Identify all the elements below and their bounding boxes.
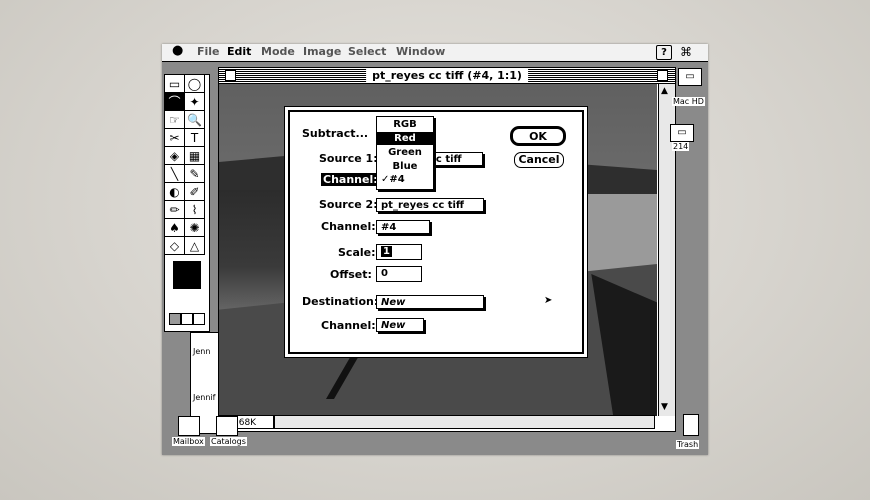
menu-bar: ● File Edit Mode Image Select Window ? ⌘ <box>162 44 708 62</box>
scale-input[interactable]: 1 <box>376 244 422 260</box>
horizontal-scrollbar[interactable] <box>274 415 655 429</box>
popup-item-rgb[interactable]: RGB <box>377 118 433 131</box>
destination-popup[interactable]: New <box>376 295 484 309</box>
pencil-tool-icon[interactable]: ✐ <box>185 183 205 201</box>
trash-label: Trash <box>676 440 700 449</box>
offset-label: Offset: <box>330 268 372 281</box>
blur-tool-icon[interactable]: ◇ <box>165 237 185 255</box>
marquee-tool-icon[interactable]: ▭ <box>165 75 185 93</box>
ok-button[interactable]: OK <box>510 126 566 146</box>
menu-file[interactable]: File <box>197 45 220 58</box>
menu-image[interactable]: Image <box>303 45 341 58</box>
app-switcher-icon[interactable]: ⌘ <box>680 45 692 59</box>
mailbox-label: Mailbox <box>172 437 205 446</box>
source1-label: Source 1: <box>319 152 378 165</box>
scroll-down-icon[interactable]: ▼ <box>661 402 668 412</box>
source2-label: Source 2: <box>319 198 378 211</box>
popup-item-green[interactable]: Green <box>377 146 433 159</box>
file-label-jennif: Jennif <box>193 393 216 402</box>
crop-tool-icon[interactable]: ✂ <box>165 129 185 147</box>
sharpen-tool-icon[interactable]: △ <box>185 237 205 255</box>
magic-wand-icon[interactable]: ✦ <box>185 93 205 111</box>
cancel-button[interactable]: Cancel <box>514 152 564 168</box>
mac-hd-label: Mac HD <box>672 97 705 106</box>
sea-area <box>579 194 657 274</box>
gradient-tool-icon[interactable]: ▦ <box>185 147 205 165</box>
line-tool-icon[interactable]: ╲ <box>165 165 185 183</box>
full-screen-icon[interactable] <box>193 313 205 325</box>
toolbox-palette: ▭ ◯ ⌒ ✦ ☞ 🔍 ✂ T ◈ ▦ ╲ ✎ ◐ ✐ ✏ ⌇ ♠ ✺ ◇ △ <box>164 74 210 332</box>
destination-label: Destination: <box>302 295 379 308</box>
channel2-label: Channel: <box>321 220 376 233</box>
channel-popup-menu: RGB Red Green Blue ✓#4 <box>376 116 434 190</box>
mouse-pointer-icon: ➤ <box>544 295 553 306</box>
standard-screen-icon[interactable] <box>169 313 181 325</box>
scroll-up-icon[interactable]: ▲ <box>661 86 668 96</box>
help-icon[interactable]: ? <box>656 45 672 60</box>
subtract-dialog: Subtract... Source 1: cc tiff Channel: S… <box>288 110 584 354</box>
hard-disk-icon[interactable]: ▭ <box>678 68 702 86</box>
close-box-icon[interactable] <box>225 70 236 81</box>
popup-item-channel4[interactable]: ✓#4 <box>377 173 433 186</box>
rubber-stamp-icon[interactable]: ♠ <box>165 219 185 237</box>
mac-screen: ● File Edit Mode Image Select Window ? ⌘… <box>162 44 708 455</box>
zoom-tool-icon[interactable]: 🔍 <box>185 111 205 129</box>
eyedropper-icon[interactable]: ✎ <box>185 165 205 183</box>
apple-menu-icon[interactable]: ● <box>172 44 183 58</box>
channel3-popup[interactable]: New <box>376 318 424 332</box>
channel3-label: Channel: <box>321 319 376 332</box>
subtract-title: Subtract... <box>302 127 369 140</box>
menu-mode[interactable]: Mode <box>261 45 295 58</box>
document-title-bar[interactable]: pt_reyes cc tiff (#4, 1:1) <box>219 68 675 84</box>
zoom-box-icon[interactable] <box>657 70 668 81</box>
full-screen-menu-icon[interactable] <box>181 313 193 325</box>
foreground-color-swatch[interactable] <box>173 261 201 289</box>
trash-icon[interactable] <box>683 414 699 436</box>
menu-window[interactable]: Window <box>396 45 445 58</box>
smudge-tool-icon[interactable]: ✺ <box>185 219 205 237</box>
eraser-tool-icon[interactable]: ◐ <box>165 183 185 201</box>
file-label-jenn: Jenn <box>193 347 211 356</box>
paint-bucket-icon[interactable]: ◈ <box>165 147 185 165</box>
paintbrush-tool-icon[interactable]: ⌇ <box>185 201 205 219</box>
mailbox-icon[interactable] <box>178 416 200 436</box>
airbrush-tool-icon[interactable]: ✏ <box>165 201 185 219</box>
ellipse-tool-icon[interactable]: ◯ <box>185 75 205 93</box>
scale-label: Scale: <box>338 246 376 259</box>
document-title: pt_reyes cc tiff (#4, 1:1) <box>366 68 528 83</box>
channel1-label: Channel: <box>321 173 380 186</box>
lasso-tool-icon[interactable]: ⌒ <box>165 93 185 111</box>
hand-tool-icon[interactable]: ☞ <box>165 111 185 129</box>
screen-mode-buttons <box>169 313 205 325</box>
menu-select[interactable]: Select <box>348 45 386 58</box>
menu-edit[interactable]: Edit <box>227 45 251 58</box>
popup-item-red[interactable]: Red <box>377 132 433 145</box>
popup-item-blue[interactable]: Blue <box>377 160 433 173</box>
catalogs-icon[interactable] <box>216 416 238 436</box>
catalogs-label: Catalogs <box>210 437 247 446</box>
type-tool-icon[interactable]: T <box>185 129 205 147</box>
scale-value: 1 <box>381 246 392 257</box>
channel2-popup[interactable]: #4 <box>376 220 430 234</box>
source2-popup[interactable]: pt_reyes cc tiff <box>376 198 484 212</box>
disk-icon[interactable]: ▭ <box>670 124 694 142</box>
disk-number-label: 214 <box>672 142 690 151</box>
offset-input[interactable]: 0 <box>376 266 422 282</box>
